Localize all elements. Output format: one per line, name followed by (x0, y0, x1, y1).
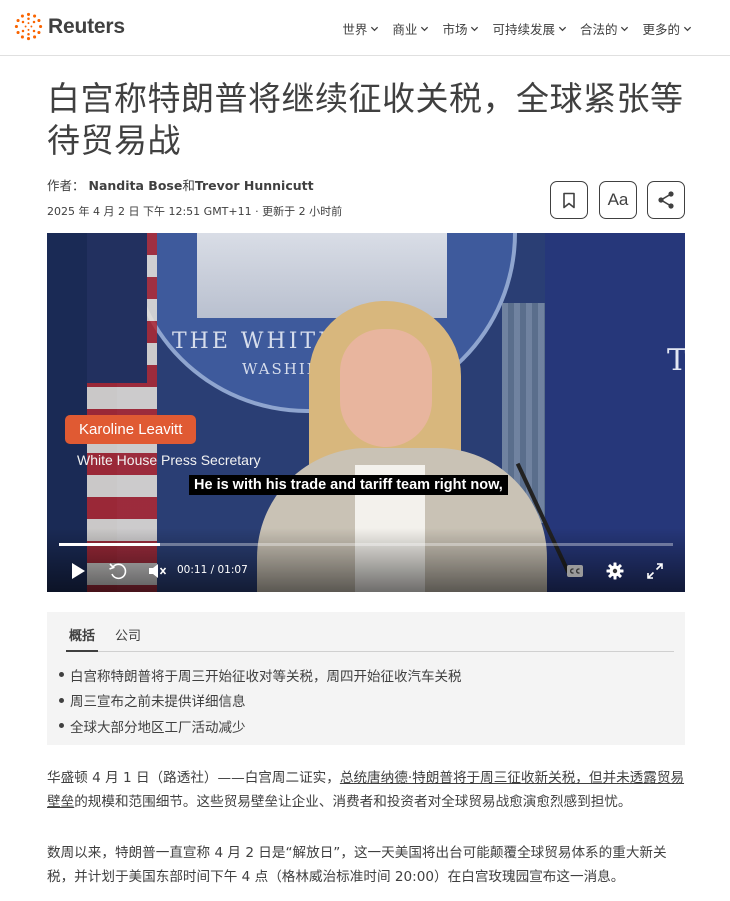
summary-bullet-text: 全球大部分地区工厂活动减少 (70, 719, 246, 736)
font-size-button[interactable]: Aa (599, 181, 637, 219)
video-time: 00:11 / 01:07 (177, 564, 248, 576)
chevron-down-icon (471, 26, 479, 32)
tab-companies[interactable]: 公司 (112, 625, 144, 652)
summary-bullets: 白宫称特朗普将于周三开始征收对等关税，周四开始征收汽车关税 周三宣布之前未提供详… (59, 662, 462, 739)
replay-10-button[interactable] (107, 561, 129, 581)
summary-bullet: 周三宣布之前未提供详细信息 (59, 688, 462, 714)
share-icon (658, 191, 674, 209)
nav-item-legal[interactable]: 合法的 (580, 19, 630, 38)
nav-label: 商业 (392, 22, 418, 37)
time-separator: / (210, 564, 215, 576)
nav-item-markets[interactable]: 市场 (442, 19, 479, 38)
main-nav: 世界 商业 市场 可持续发展 合法的 更多的 (342, 19, 692, 38)
article-paragraph: 数周以来，特朗普一直宣称 4 月 2 日是“解放日”，这一天美国将出台可能颠覆全… (47, 845, 667, 885)
bullet-dot (59, 697, 64, 703)
nav-label: 世界 (342, 22, 368, 37)
author-link[interactable]: Nandita Bose (89, 178, 183, 193)
reuters-logo[interactable]: Reuters (14, 12, 125, 41)
nav-label: 更多的 (642, 22, 680, 37)
chevron-down-icon (371, 26, 379, 32)
closed-captions-icon (567, 565, 583, 577)
byline-prefix: 作者： (47, 178, 85, 193)
bullet-dot (59, 723, 64, 729)
closed-captions-button[interactable] (565, 561, 585, 581)
summary-bullet: 白宫称特朗普将于周三开始征收对等关税，周四开始征收汽车关税 (59, 662, 462, 688)
video-controls-bar (47, 528, 685, 592)
muted-speaker-icon (149, 564, 167, 578)
summary-bullet-text: 周三宣布之前未提供详细信息 (70, 694, 246, 711)
tab-summary[interactable]: 概括 (66, 625, 99, 652)
summary-bullet-text: 白宫称特朗普将于周三开始征收对等关税，周四开始征收汽车关税 (70, 668, 462, 685)
nav-label: 合法的 (579, 22, 618, 37)
video-speaker-face (340, 329, 432, 447)
video-scene-flag-union (87, 233, 147, 383)
author-link[interactable]: Trevor Hunnicutt (195, 178, 314, 193)
current-time: 00:11 (177, 564, 208, 576)
replay-icon (109, 563, 127, 580)
expand-icon (647, 563, 663, 579)
play-button[interactable] (67, 561, 89, 581)
nav-item-world[interactable]: 世界 (342, 19, 379, 38)
video-scene-text: T (667, 343, 685, 378)
nav-label: 市场 (442, 22, 468, 37)
paragraph-text: 华盛顿 4 月 1 日（路透社）——白宫周二证实， (47, 770, 340, 786)
nav-item-sustainability[interactable]: 可持续发展 (492, 19, 567, 38)
nav-item-more[interactable]: 更多的 (642, 19, 692, 38)
lower-third-title: White House Press Secretary (77, 452, 261, 468)
video-player[interactable]: THE WHITE WASHIN T Karoline Leavitt Whit… (47, 233, 685, 592)
play-icon (72, 563, 85, 579)
summary-tabs: 概括 公司 (66, 625, 674, 652)
article-headline: 白宫称特朗普将继续征收关税，全球紧张等待贸易战 (47, 79, 684, 160)
author-joiner: 和 (182, 178, 195, 193)
summary-box: 概括 公司 白宫称特朗普将于周三开始征收对等关税，周四开始征收汽车关税 周三宣布… (47, 612, 685, 745)
duration: 01:07 (217, 564, 248, 576)
logo-text: Reuters (48, 14, 125, 38)
lower-third-name: Karoline Leavitt (65, 415, 197, 444)
chevron-down-icon (683, 26, 692, 32)
share-button[interactable] (647, 181, 685, 219)
chevron-down-icon (558, 26, 567, 32)
article-dateline: 2025 年 4 月 2 日 下午 12:51 GMT+11 · 更新于 2 小… (47, 205, 343, 218)
bookmark-button[interactable] (550, 181, 588, 219)
gear-icon (606, 562, 624, 580)
settings-button[interactable] (604, 561, 626, 581)
chevron-down-icon (421, 26, 429, 32)
nav-item-business[interactable]: 商业 (392, 19, 429, 38)
reuters-logo-icon (14, 12, 43, 41)
article-paragraph: 华盛顿 4 月 1 日（路透社）——白宫周二证实，总统唐纳德·特朗普将于周三征收… (47, 766, 687, 814)
video-caption: He is with his trade and tariff team rig… (189, 475, 508, 495)
bullet-dot (59, 672, 64, 678)
site-header: Reuters 世界 商业 市场 可持续发展 合法的 更多的 (0, 0, 730, 56)
fullscreen-button[interactable] (645, 561, 665, 581)
summary-bullet: 全球大部分地区工厂活动减少 (59, 713, 462, 739)
video-progress-fill (59, 543, 161, 546)
byline: 作者： Nandita Bose和Trevor Hunnicutt (47, 175, 314, 194)
nav-label: 可持续发展 (492, 22, 555, 37)
video-progress-bar[interactable] (59, 543, 673, 546)
bookmark-icon (563, 192, 575, 208)
chevron-down-icon (621, 26, 629, 32)
mute-button[interactable] (146, 561, 168, 581)
paragraph-text: 的规模和范围细节。这些贸易壁垒让企业、消费者和投资者对全球贸易战愈演愈烈感到担忧… (74, 794, 632, 810)
